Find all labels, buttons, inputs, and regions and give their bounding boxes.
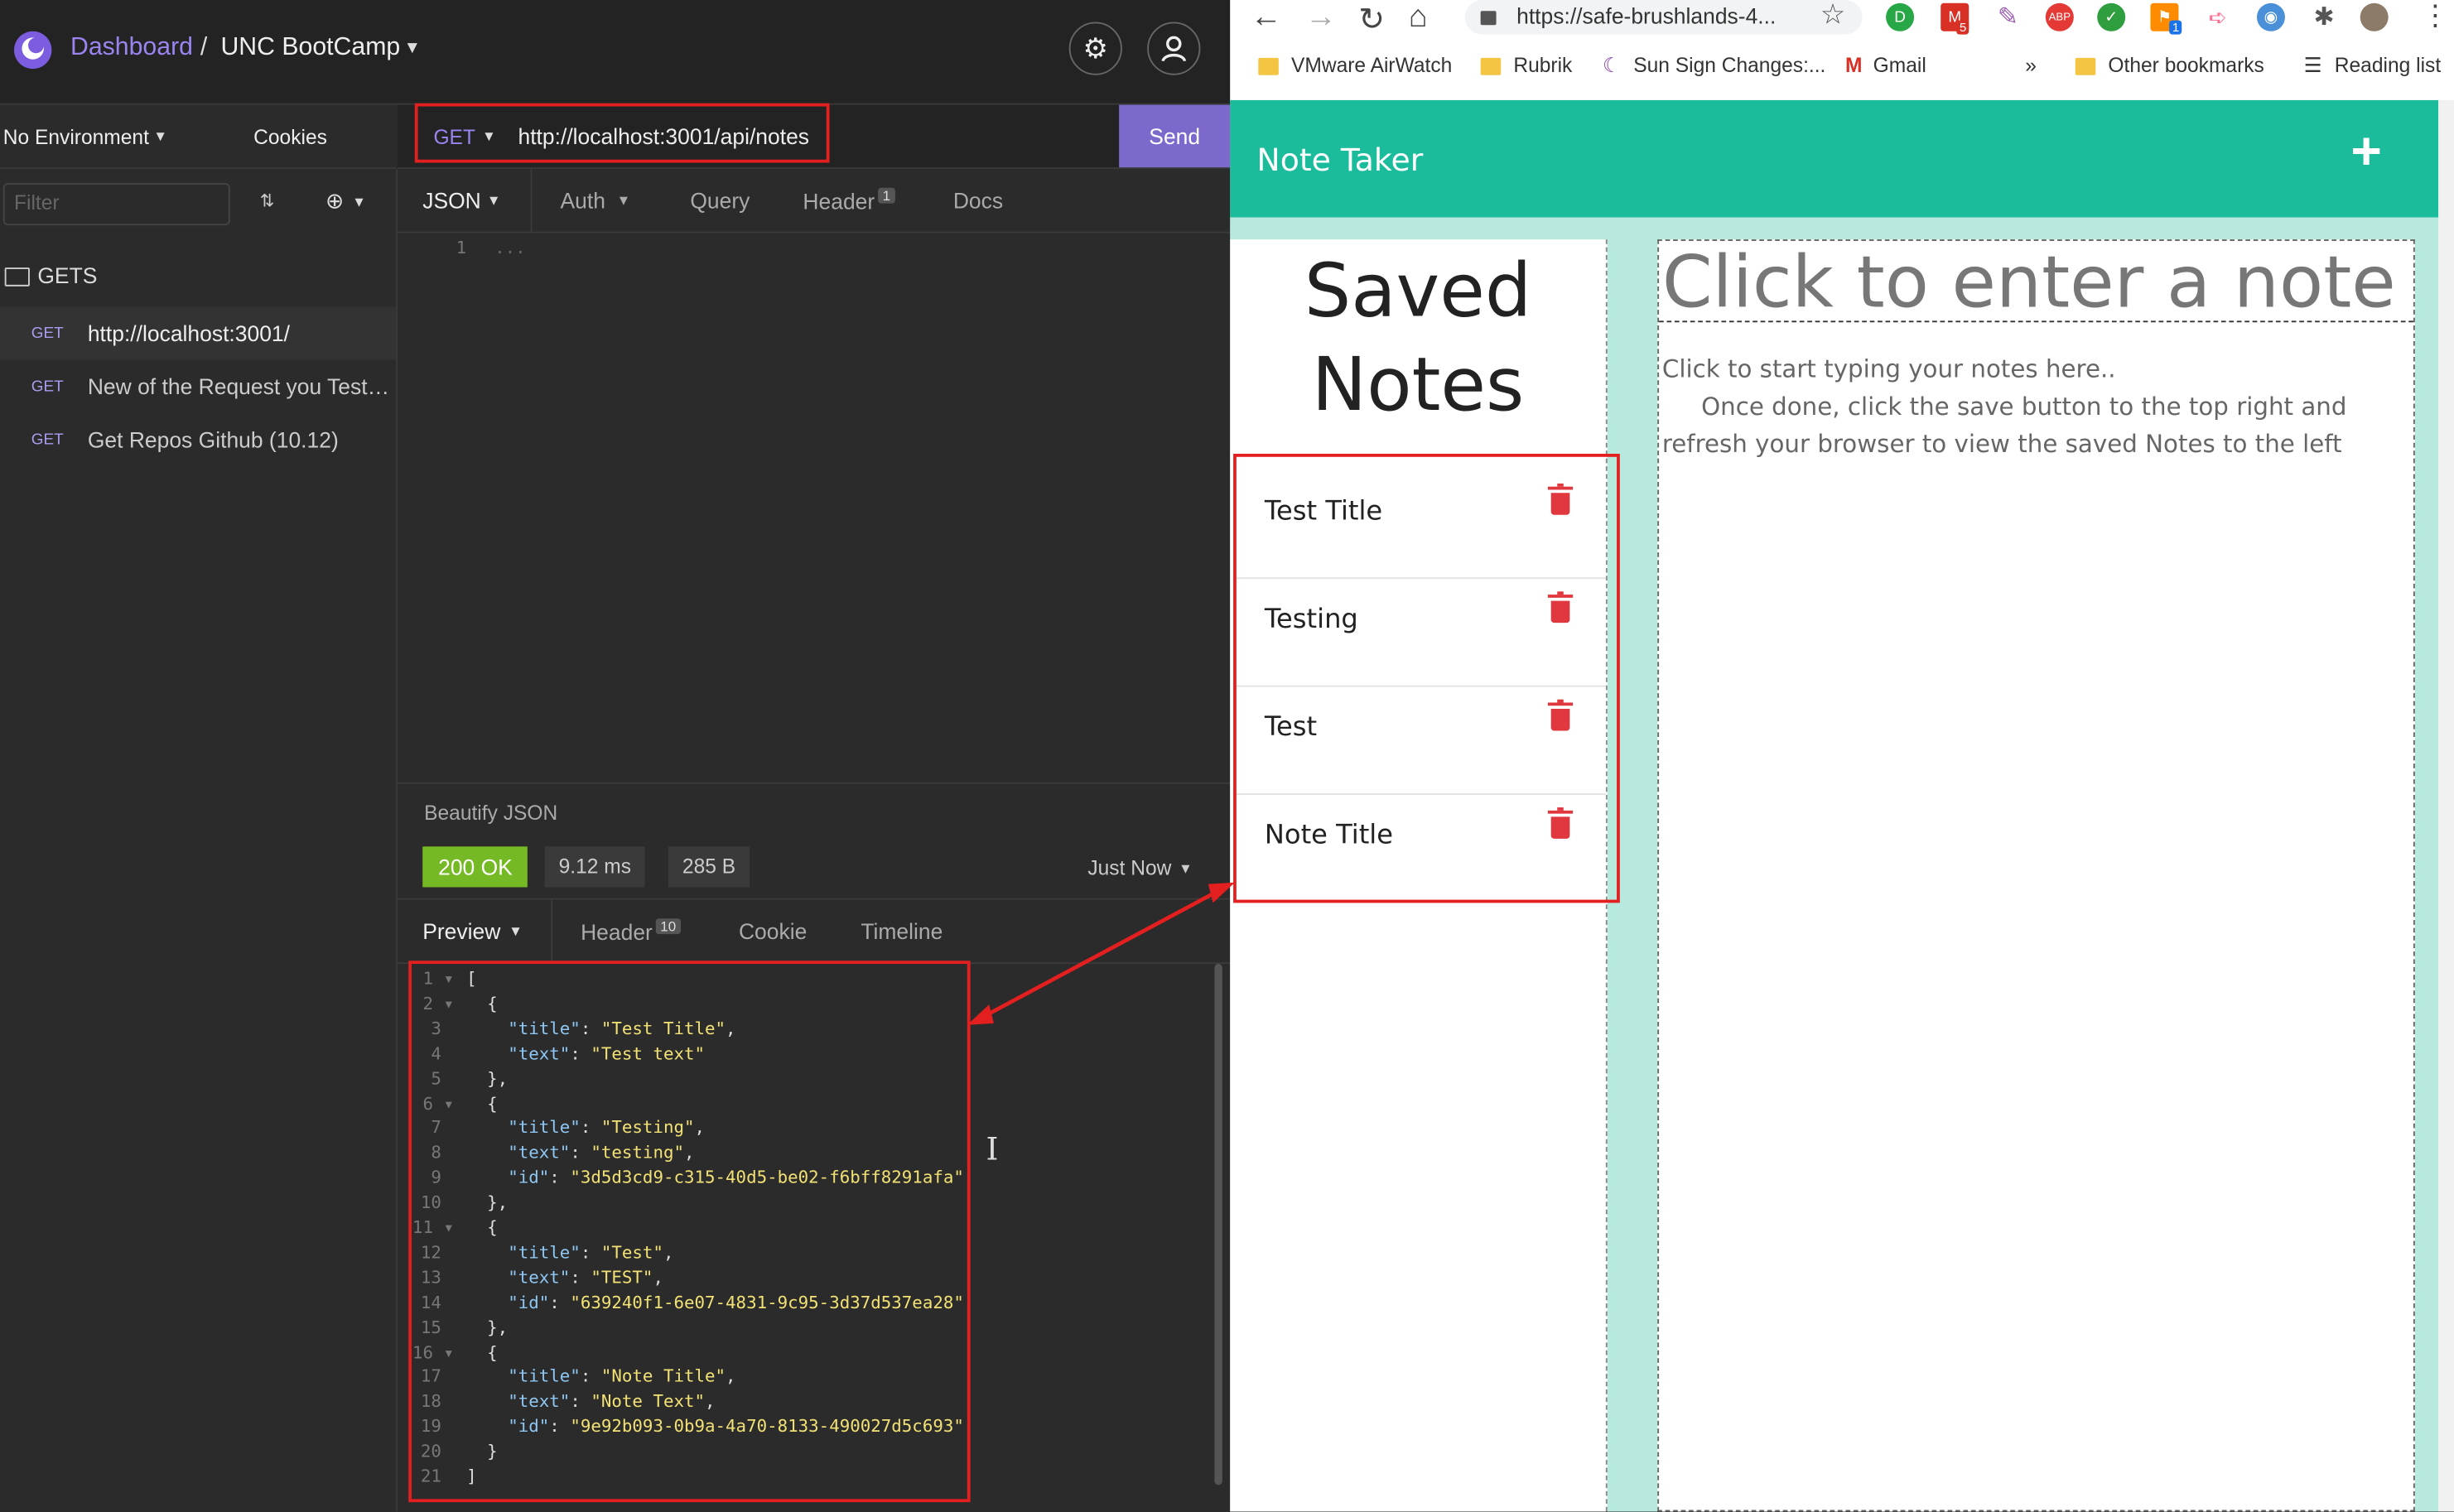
- annotation-arrow: [967, 882, 1235, 1025]
